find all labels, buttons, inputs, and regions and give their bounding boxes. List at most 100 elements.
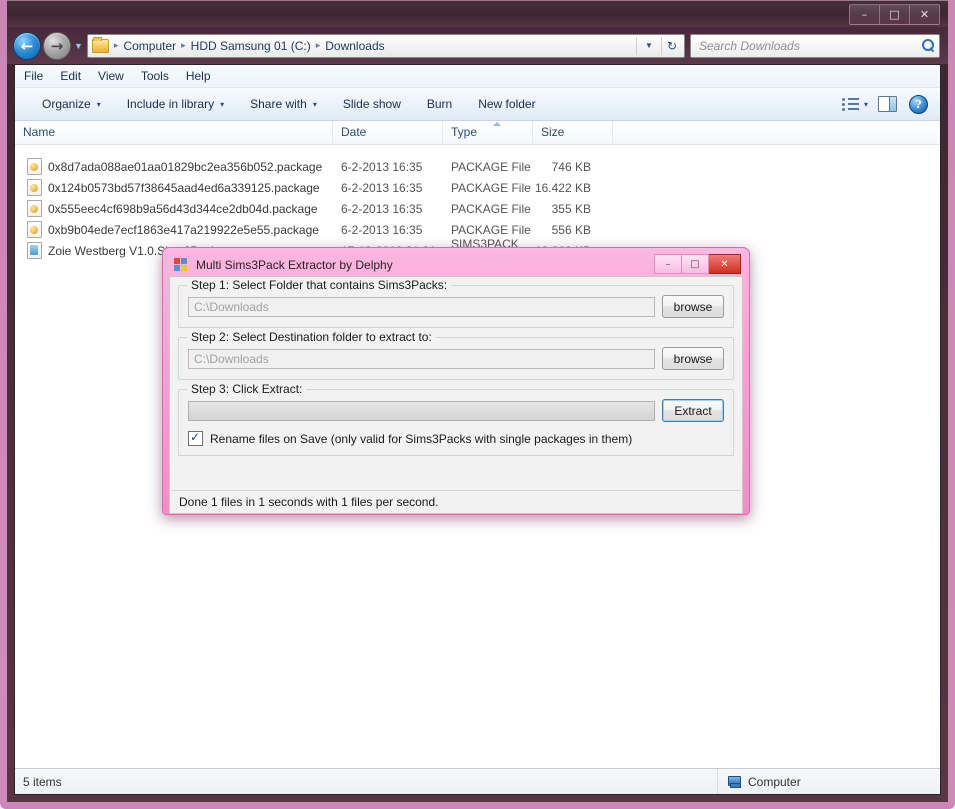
file-date-cell: 6-2-2013 16:35 [341, 201, 423, 216]
search-input[interactable]: Search Downloads [690, 33, 940, 58]
view-chevron-down-icon[interactable]: ▾ [862, 100, 876, 109]
minimize-button[interactable]: – [849, 4, 880, 25]
file-date-cell: 6-2-2013 16:35 [341, 222, 423, 237]
file-name-cell[interactable]: 0xb9b04ede7ecf1863e417a219922e5e55.packa… [15, 221, 333, 238]
chevron-down-icon: ▾ [96, 99, 101, 109]
application-icon [174, 258, 189, 272]
file-name-label: 0x555eec4cf698b9a56d43d344ce2db04d.packa… [48, 201, 318, 216]
dialog-minimize-button[interactable]: – [654, 254, 682, 274]
maximize-button[interactable]: □ [880, 4, 910, 25]
menu-view[interactable]: View [98, 69, 134, 83]
file-name-cell[interactable]: 0x8d7ada088ae01aa01829bc2ea356b052.packa… [15, 158, 333, 175]
help-icon[interactable]: ? [909, 94, 928, 114]
column-header-type-label: Type [451, 125, 478, 139]
search-icon [922, 39, 935, 52]
sims3pack-extractor-dialog: Multi Sims3Pack Extractor by Delphy – □ … [162, 247, 750, 515]
destination-folder-input[interactable]: C:\Downloads [188, 348, 655, 369]
chevron-down-icon: ▾ [312, 99, 317, 109]
step2-row: C:\Downloads browse [188, 347, 724, 370]
chevron-down-icon: ▾ [220, 99, 225, 109]
rename-checkbox[interactable] [188, 430, 203, 446]
dialog-body: Step 1: Select Folder that contains Sims… [169, 276, 743, 514]
dialog-titlebar: Multi Sims3Pack Extractor by Delphy – □ … [169, 254, 743, 276]
step1-row: C:\Downloads browse [188, 295, 724, 318]
address-bar[interactable]: ▸ Computer ▸ HDD Samsung 01 (C:) ▸ Downl… [86, 33, 685, 58]
column-header-name[interactable]: Name [15, 121, 333, 144]
preview-pane-icon[interactable] [878, 96, 897, 112]
menu-bar: File Edit View Tools Help [15, 65, 940, 88]
column-header-type[interactable]: Type [443, 121, 533, 144]
sort-ascending-icon [493, 122, 501, 126]
address-dropdown-icon[interactable]: ▼ [636, 36, 661, 55]
rename-checkbox-row[interactable]: Rename files on Save (only valid for Sim… [188, 430, 724, 446]
menu-edit[interactable]: Edit [60, 69, 91, 83]
folder-icon [91, 36, 109, 53]
file-size-cell: 355 KB [551, 201, 591, 216]
breadcrumb-separator: ▸ [315, 40, 321, 50]
toolbar-organize[interactable]: Organize ▾ [29, 92, 114, 116]
status-bar: 5 items Computer [15, 768, 940, 794]
item-count-label: 5 items [23, 774, 62, 789]
navigation-bar: ← → ▼ ▸ Computer ▸ HDD Samsung 01 (C:) ▸… [7, 27, 948, 64]
extract-progress-bar [188, 400, 655, 421]
refresh-icon[interactable]: ↻ [660, 36, 682, 55]
forward-arrow-icon[interactable]: → [43, 31, 71, 60]
table-row[interactable]: 0x555eec4cf698b9a56d43d344ce2db04d.packa… [15, 198, 940, 219]
menu-help[interactable]: Help [186, 69, 221, 83]
dialog-maximize-button[interactable]: □ [682, 254, 709, 274]
dialog-status-text: Done 1 files in 1 seconds with 1 files p… [171, 490, 741, 512]
window-titlebar: – □ ✕ [7, 0, 948, 27]
package-file-icon [27, 158, 42, 175]
window-controls: – □ ✕ [849, 4, 940, 25]
file-name-cell[interactable]: 0x124b0573bd57f38645aad4ed6a339125.packa… [15, 179, 333, 196]
column-header-date[interactable]: Date [333, 121, 443, 144]
column-header-size[interactable]: Size [533, 121, 613, 144]
explorer-window: – □ ✕ ← → ▼ ▸ Computer ▸ HDD Samsung 01 … [0, 0, 955, 809]
toolbar-include-in-library-label: Include in library [126, 97, 215, 111]
file-date-cell: 6-2-2013 16:35 [341, 159, 423, 174]
file-list: 0x8d7ada088ae01aa01829bc2ea356b052.packa… [15, 156, 940, 265]
step3-label: Step 3: Click Extract: [187, 382, 307, 396]
toolbar-include-in-library[interactable]: Include in library ▾ [114, 92, 237, 116]
extract-button[interactable]: Extract [662, 399, 724, 422]
history-dropdown-icon[interactable]: ▼ [74, 41, 83, 51]
source-folder-input[interactable]: C:\Downloads [188, 296, 655, 317]
dialog-title: Multi Sims3Pack Extractor by Delphy [196, 258, 393, 272]
file-size-cell: 16.422 KB [534, 180, 591, 195]
dialog-close-button[interactable]: ✕ [709, 254, 741, 274]
file-name-label: 0x8d7ada088ae01aa01829bc2ea356b052.packa… [48, 159, 323, 174]
breadcrumb-drive[interactable]: HDD Samsung 01 (C:) [188, 39, 314, 53]
table-row[interactable]: 0x8d7ada088ae01aa01829bc2ea356b052.packa… [15, 156, 940, 177]
menu-tools[interactable]: Tools [141, 69, 179, 83]
file-name-label: 0x124b0573bd57f38645aad4ed6a339125.packa… [48, 180, 320, 195]
file-name-cell[interactable]: 0x555eec4cf698b9a56d43d344ce2db04d.packa… [15, 200, 333, 217]
toolbar-share-with-label: Share with [250, 97, 307, 111]
file-type-cell: PACKAGE File [451, 159, 531, 174]
step2-groupbox: Step 2: Select Destination folder to ext… [178, 330, 734, 380]
command-toolbar: Organize ▾ Include in library ▾ Share wi… [15, 88, 940, 121]
breadcrumb-computer[interactable]: Computer [120, 39, 179, 53]
toolbar-share-with[interactable]: Share with ▾ [237, 92, 330, 116]
breadcrumb-downloads[interactable]: Downloads [322, 39, 387, 53]
package-file-icon [27, 221, 42, 238]
source-browse-button[interactable]: browse [662, 295, 724, 318]
toolbar-organize-label: Organize [42, 97, 91, 111]
close-button[interactable]: ✕ [910, 4, 940, 25]
back-arrow-icon[interactable]: ← [13, 31, 41, 60]
toolbar-new-folder[interactable]: New folder [465, 92, 548, 116]
menu-file[interactable]: File [24, 69, 53, 83]
file-date-cell: 6-2-2013 16:35 [341, 180, 423, 195]
table-row[interactable]: 0x124b0573bd57f38645aad4ed6a339125.packa… [15, 177, 940, 198]
breadcrumb-separator: ▸ [181, 40, 186, 50]
toolbar-right-group: ▾ ? [841, 94, 934, 114]
toolbar-slide-show[interactable]: Slide show [330, 92, 414, 116]
toolbar-burn[interactable]: Burn [414, 92, 465, 116]
file-type-cell: PACKAGE File [451, 222, 531, 237]
rename-checkbox-label: Rename files on Save (only valid for Sim… [210, 431, 633, 446]
package-file-icon [27, 200, 42, 217]
sims3pack-file-icon [27, 242, 42, 259]
status-location: Computer [718, 775, 940, 789]
destination-browse-button[interactable]: browse [662, 347, 724, 370]
change-view-icon[interactable] [841, 97, 860, 111]
step3-groupbox: Step 3: Click Extract: Extract Rename fi… [178, 382, 734, 456]
